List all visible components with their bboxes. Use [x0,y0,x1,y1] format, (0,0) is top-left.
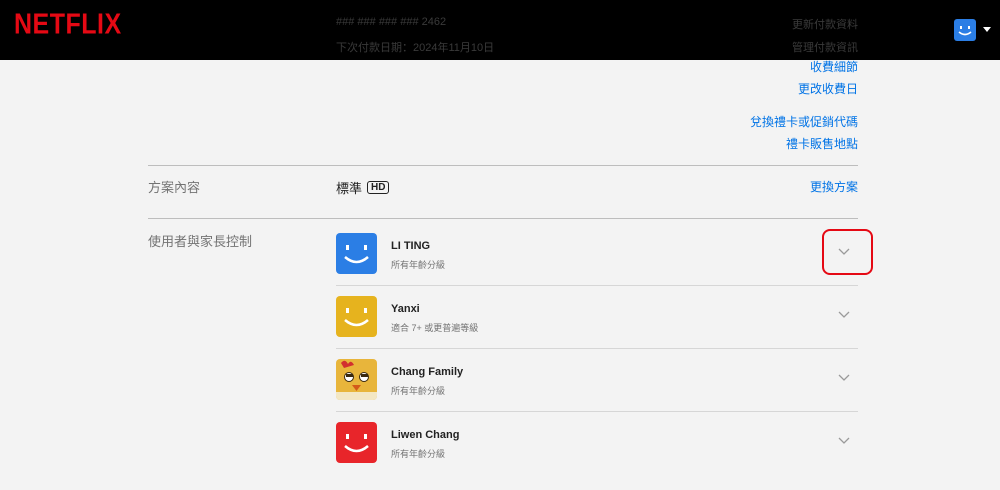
profile-name: LI TING [391,240,431,252]
profile-avatar-icon[interactable] [336,296,377,337]
highlight-annotation [822,229,873,275]
profile-row-liwen-chang[interactable]: Liwen Chang 所有年齡分級 [336,412,858,475]
chevron-down-icon[interactable] [838,374,850,382]
chicken-avatar-icon[interactable] [336,359,377,400]
plan-name-text: 標準 [336,181,363,196]
plan-section-label: 方案內容 [148,180,201,195]
profile-row-li-ting[interactable]: LI TING 所有年齡分級 [336,223,858,286]
caret-down-icon[interactable] [983,27,991,32]
ghost-manage-payment-link: 管理付款資訊 [792,42,858,54]
ghost-card-number: ### ### ### ### 2462 [336,16,447,28]
top-header: NETFLIX ### ### ### ### 2462 下次付款日期：2024… [0,0,1000,60]
redeem-gift-code-link[interactable]: 兌換禮卡或促銷代碼 [750,113,858,130]
netflix-logo[interactable]: NETFLIX [14,8,122,41]
profile-row-yanxi[interactable]: Yanxi 適合 7+ 或更普遍等級 [336,286,858,349]
profile-name: Yanxi [391,303,420,315]
profile-rating: 適合 7+ 或更普遍等級 [391,323,479,333]
hd-badge: HD [367,181,390,194]
profile-name: Liwen Chang [391,429,460,441]
profile-avatar-icon[interactable] [336,422,377,463]
account-avatar-icon[interactable] [954,19,976,41]
ghost-next-payment: 下次付款日期：2024年11月10日 [336,42,495,54]
section-divider [148,218,858,219]
profile-rating: 所有年齡分級 [391,449,446,459]
profile-rating: 所有年齡分級 [391,386,446,396]
profile-row-chang-family[interactable]: Chang Family 所有年齡分級 [336,349,858,412]
plan-name: 標準 HD [336,178,390,197]
change-plan-link[interactable]: 更換方案 [810,178,858,195]
profile-rating: 所有年齡分級 [391,260,446,270]
billing-details-link[interactable]: 收費細節 [810,58,858,75]
gift-card-retailers-link[interactable]: 禮卡販售地點 [786,135,858,152]
profile-name: Chang Family [391,366,464,378]
section-divider [148,165,858,166]
ghost-update-payment-link: 更新付款資料 [792,19,858,31]
profiles-section-label: 使用者與家長控制 [148,234,253,249]
change-billing-day-link[interactable]: 更改收費日 [798,80,858,97]
chevron-down-icon[interactable] [838,437,850,445]
chevron-down-icon[interactable] [838,311,850,319]
profile-avatar-icon[interactable] [336,233,377,274]
